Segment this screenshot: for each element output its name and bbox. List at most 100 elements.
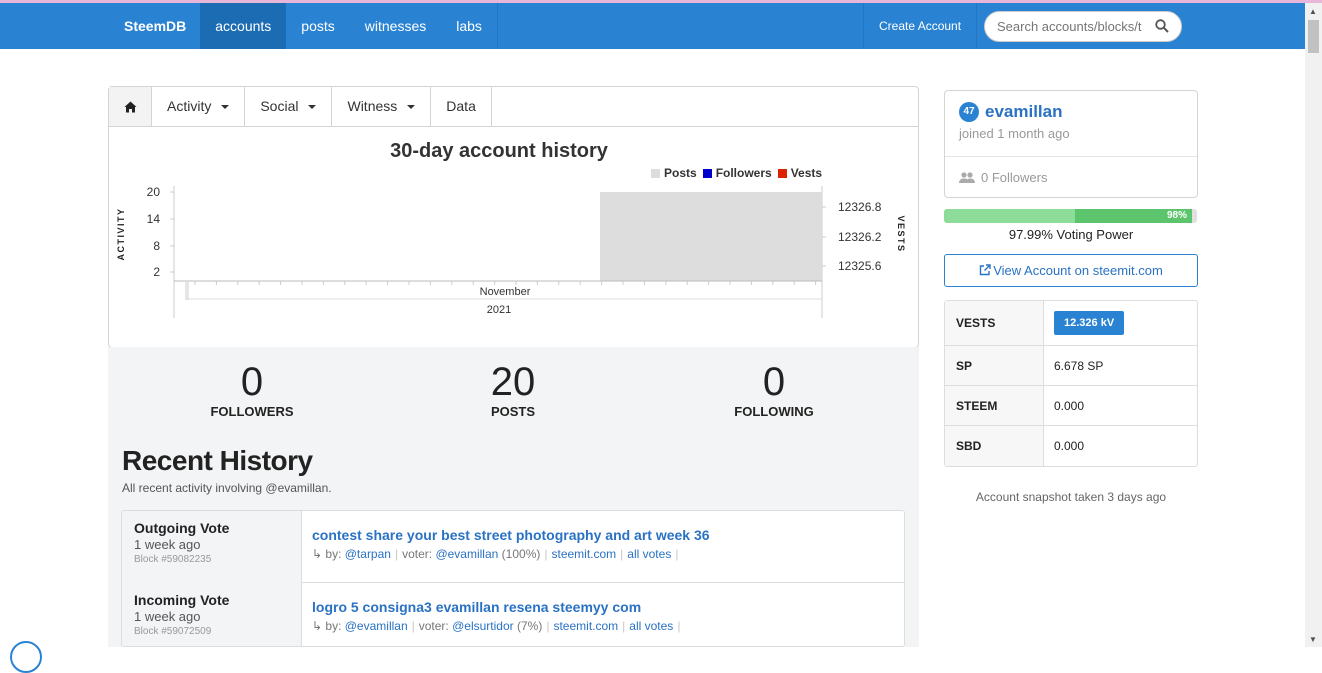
all-votes-link[interactable]: all votes xyxy=(629,619,673,633)
vote-percent: (100%) xyxy=(501,547,541,561)
balance-key: VESTS xyxy=(945,301,1044,345)
balance-value: 0.000 xyxy=(1054,398,1085,413)
home-icon xyxy=(124,101,136,112)
posts-count: 20 xyxy=(490,360,536,404)
chart-plot-area: 20 14 8 2 12326.8 12326.2 12325.6 ACTIVITY VE… xyxy=(116,185,906,318)
by-prefix: ↳ by: xyxy=(312,547,342,561)
recent-history-title: Recent History xyxy=(122,445,313,476)
nav-labs[interactable]: labs xyxy=(441,3,497,49)
right-axis-ticks: 12326.8 12326.2 12325.6 xyxy=(822,200,882,273)
view-account-button[interactable]: View Account on steemit.com xyxy=(944,254,1198,287)
history-time: 1 week ago xyxy=(134,537,201,552)
nav-witnesses[interactable]: witnesses xyxy=(350,3,441,49)
author-link[interactable]: @tarpan xyxy=(345,547,391,561)
balance-value: 12.326 kV xyxy=(1044,301,1197,345)
history-row-content: contest share your best street photograp… xyxy=(312,527,710,561)
balance-key: SBD xyxy=(945,426,1044,466)
history-post-link[interactable]: contest share your best street photograp… xyxy=(312,527,710,543)
tab-social[interactable]: Social xyxy=(245,87,333,126)
voter-link[interactable]: @evamillan xyxy=(435,547,498,561)
search-box[interactable] xyxy=(984,11,1182,42)
left-tick-label: 14 xyxy=(147,212,161,226)
following-label: FOLLOWING xyxy=(734,404,814,419)
voting-power-bar-label: 98% xyxy=(1166,210,1187,221)
snapshot-text: Account snapshot taken 3 days ago xyxy=(975,490,1167,504)
tab-witness[interactable]: Witness xyxy=(332,87,432,126)
right-tick-label: 12325.6 xyxy=(838,259,882,273)
left-tick-label: 2 xyxy=(153,265,160,279)
balance-value: 0.000 xyxy=(1054,439,1085,453)
left-tick-label: 20 xyxy=(147,185,161,199)
brand-link[interactable]: SteemDB xyxy=(110,3,200,49)
scroll-up-icon[interactable]: ▲ xyxy=(1309,7,1317,16)
x-minor-ticks xyxy=(194,281,817,285)
steemit-link[interactable]: steemit.com xyxy=(551,547,616,561)
history-row-meta: Incoming Vote 1 week ago Block #59072509 xyxy=(122,583,302,646)
search-icon[interactable] xyxy=(1155,19,1169,33)
joined-text: joined 1 month ago xyxy=(959,126,1070,141)
scrollbar[interactable]: ▲ ▼ xyxy=(1305,3,1322,647)
tab-witness-label: Witness xyxy=(347,98,398,114)
scroll-down-icon[interactable]: ▼ xyxy=(1309,635,1317,644)
tab-activity[interactable]: Activity xyxy=(152,87,246,126)
nav-posts[interactable]: posts xyxy=(286,3,349,49)
voter-link[interactable]: @elsurtidor xyxy=(452,619,514,633)
x-label-month: November xyxy=(480,286,531,298)
history-type: Incoming Vote xyxy=(134,592,230,608)
voting-power-bar: 98% xyxy=(944,209,1197,223)
voter-prefix: voter: xyxy=(402,547,433,561)
right-tick-label: 12326.2 xyxy=(838,230,882,244)
reputation-badge: 47 xyxy=(959,102,979,122)
account-name[interactable]: evamillan xyxy=(985,102,1063,122)
balance-value: 6.678 SP xyxy=(1054,358,1104,373)
nav-accounts[interactable]: accounts xyxy=(200,3,287,49)
history-post-link[interactable]: logro 5 consigna3 evamillan resena steem… xyxy=(312,599,684,615)
followers-count: 0 xyxy=(240,360,264,404)
search-input[interactable] xyxy=(997,19,1149,34)
chart-title: 30-day account history xyxy=(390,140,608,162)
chevron-down-icon xyxy=(308,104,317,109)
history-row-content: logro 5 consigna3 evamillan resena steem… xyxy=(312,599,684,633)
tab-social-label: Social xyxy=(260,98,299,114)
all-votes-link[interactable]: all votes xyxy=(627,547,671,561)
account-card: 47 evamillan joined 1 month ago 0 Follow… xyxy=(944,90,1198,198)
corner-widget[interactable] xyxy=(10,641,42,673)
recent-history-subtitle: All recent activity involving @evamillan… xyxy=(122,481,332,495)
stat-following[interactable]: 0 FOLLOWING xyxy=(674,360,874,419)
x-label-year: 2021 xyxy=(487,304,511,316)
history-row-meta: Outgoing Vote 1 week ago Block #59082235 xyxy=(122,511,302,583)
stat-followers[interactable]: 0 FOLLOWERS xyxy=(152,360,352,419)
chevron-down-icon xyxy=(221,104,230,109)
posts-label: POSTS xyxy=(490,404,536,419)
chevron-down-icon xyxy=(407,104,416,109)
balance-row-vests: VESTS 12.326 kV xyxy=(945,301,1197,346)
scroll-thumb[interactable] xyxy=(1308,20,1319,53)
account-tabs: Activity Social Witness Data xyxy=(109,87,918,127)
steemit-link[interactable]: steemit.com xyxy=(553,619,618,633)
stat-posts[interactable]: 20 POSTS xyxy=(413,360,613,419)
balance-row-sp: SP 6.678 SP xyxy=(945,346,1197,386)
create-account-link[interactable]: Create Account xyxy=(863,3,978,49)
left-axis-label: ACTIVITY xyxy=(116,207,126,260)
vote-percent: (7%) xyxy=(517,619,543,633)
tab-data-label: Data xyxy=(446,98,476,114)
balance-row-steem: STEEM 0.000 xyxy=(945,386,1197,426)
followers-label: FOLLOWERS xyxy=(210,404,294,419)
view-account-label: View Account on steemit.com xyxy=(993,263,1163,278)
tab-data[interactable]: Data xyxy=(431,87,492,126)
balance-key: STEEM xyxy=(945,386,1044,425)
author-link[interactable]: @evamillan xyxy=(345,619,408,633)
voter-prefix: voter: xyxy=(418,619,449,633)
tab-home[interactable] xyxy=(109,87,152,126)
external-link-icon xyxy=(980,264,991,276)
tab-activity-label: Activity xyxy=(167,98,212,114)
balance-table: VESTS 12.326 kV SP 6.678 SP STEEM 0.000 … xyxy=(944,300,1198,467)
history-block: Block #59072509 xyxy=(134,626,212,637)
right-axis-label: VESTS xyxy=(896,215,906,252)
history-time: 1 week ago xyxy=(134,609,201,624)
followers-text: 0 Followers xyxy=(981,170,1048,185)
right-tick-label: 12326.8 xyxy=(838,200,882,214)
history-meta: ↳ by: @evamillan | voter: @elsurtidor (7%)… xyxy=(312,619,681,633)
vests-badge[interactable]: 12.326 kV xyxy=(1054,311,1125,335)
navbar: SteemDB accounts posts witnesses labs Cr… xyxy=(0,3,1305,49)
